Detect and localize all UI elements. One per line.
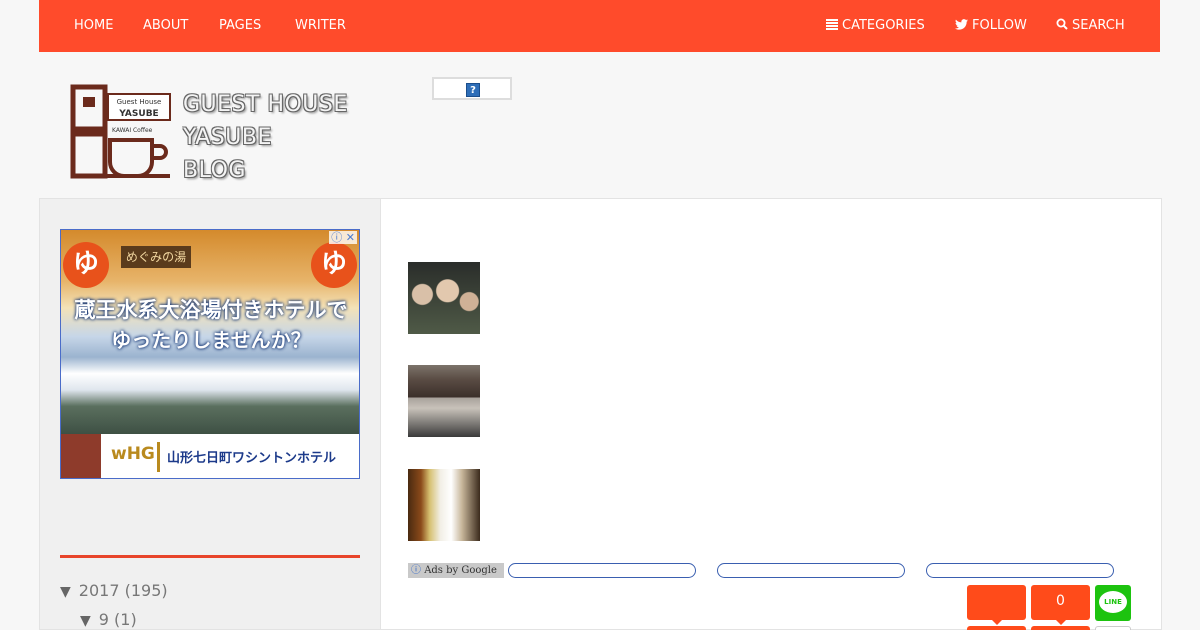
share-button-5[interactable]	[1095, 626, 1131, 630]
help-icon: ?	[466, 83, 480, 97]
expand-triangle-icon: ▼	[60, 584, 71, 600]
ad-link-1[interactable]	[508, 563, 696, 578]
logo-sign-sub: KAWAI Coffee	[112, 127, 153, 134]
share-button-1[interactable]	[967, 585, 1026, 625]
share-tip	[1055, 620, 1066, 625]
info-icon: ⓘ	[411, 565, 421, 576]
ad-link-3[interactable]	[926, 563, 1114, 578]
post-thumbnail-1[interactable]	[408, 262, 480, 334]
archive-divider	[60, 555, 360, 558]
archive-month-9[interactable]: ▼ 9 (1)	[80, 610, 137, 629]
ad-yu-logo-left: ゆ	[63, 242, 109, 288]
site-logo[interactable]: Guest House YASUBE KAWAI Coffee GUEST HO…	[70, 84, 370, 184]
ad-building-image	[61, 434, 101, 478]
nav-home[interactable]: HOME	[74, 0, 113, 52]
nav-categories-label: CATEGORIES	[842, 18, 925, 33]
post-thumbnail-2[interactable]	[408, 365, 480, 437]
ad-yu-logo-right: ゆ	[311, 242, 357, 288]
line-icon: LINE	[1099, 591, 1127, 613]
ad-sign: めぐみの湯	[121, 246, 191, 268]
line-share-button[interactable]: LINE	[1095, 585, 1131, 621]
logo-line-1: GUEST HOUSE	[183, 92, 348, 117]
list-icon	[826, 0, 838, 52]
ads-label-text: Ads by Google	[424, 565, 497, 576]
share-button-2[interactable]: 0	[1031, 585, 1090, 625]
ad-separator	[157, 442, 160, 472]
sidebar-ad-banner[interactable]: めぐみの湯 ゆ ゆ ⓘ ✕ 蔵王水系大浴場付きホテルで ゆったりしませんか？ w…	[60, 229, 360, 479]
logo-text: GUEST HOUSE YASUBE BLOG	[183, 88, 348, 187]
nav-search[interactable]: SEARCH	[1056, 0, 1125, 52]
share-button-3[interactable]	[967, 626, 1026, 630]
expand-triangle-icon: ▼	[80, 613, 91, 629]
share-count: 0	[1056, 593, 1065, 609]
logo-sign-top: Guest House	[117, 98, 162, 106]
logo-line-3: BLOG	[183, 158, 246, 183]
nav-categories[interactable]: CATEGORIES	[826, 0, 925, 52]
archive-month-label: 9 (1)	[98, 610, 137, 629]
ad-brand: wHG	[111, 444, 155, 464]
ads-by-google-label[interactable]: ⓘ Ads by Google	[408, 563, 504, 578]
header-widget[interactable]: ?	[432, 77, 512, 100]
nav-search-label: SEARCH	[1072, 18, 1125, 33]
archive-year-label: 2017 (195)	[78, 581, 168, 600]
share-tip	[991, 620, 1002, 625]
archive-year-2017[interactable]: ▼ 2017 (195)	[60, 581, 168, 600]
ad-choices-icon[interactable]: ⓘ ✕	[329, 231, 357, 244]
nav-writer[interactable]: WRITER	[295, 0, 346, 52]
nav-pages[interactable]: PAGES	[219, 0, 261, 52]
nav-follow[interactable]: FOLLOW	[955, 0, 1027, 52]
logo-emblem: Guest House YASUBE KAWAI Coffee	[70, 84, 171, 179]
twitter-icon	[955, 0, 968, 52]
nav-follow-label: FOLLOW	[972, 18, 1027, 33]
ad-link-2[interactable]	[717, 563, 905, 578]
ad-hotel-name: 山形七日町ワシントンホテル	[167, 451, 337, 466]
ad-headline-1: 蔵王水系大浴場付きホテルで	[74, 298, 348, 322]
logo-sign-name: YASUBE	[118, 109, 158, 119]
post-thumbnail-3[interactable]	[408, 469, 480, 541]
logo-line-2: YASUBE	[183, 125, 272, 150]
share-button-4[interactable]	[1031, 626, 1090, 630]
ad-headline-2: ゆったりしませんか？	[111, 328, 311, 352]
search-icon	[1056, 0, 1068, 52]
nav-about[interactable]: ABOUT	[143, 0, 188, 52]
ad-footer: wHG 山形七日町ワシントンホテル	[61, 434, 359, 478]
